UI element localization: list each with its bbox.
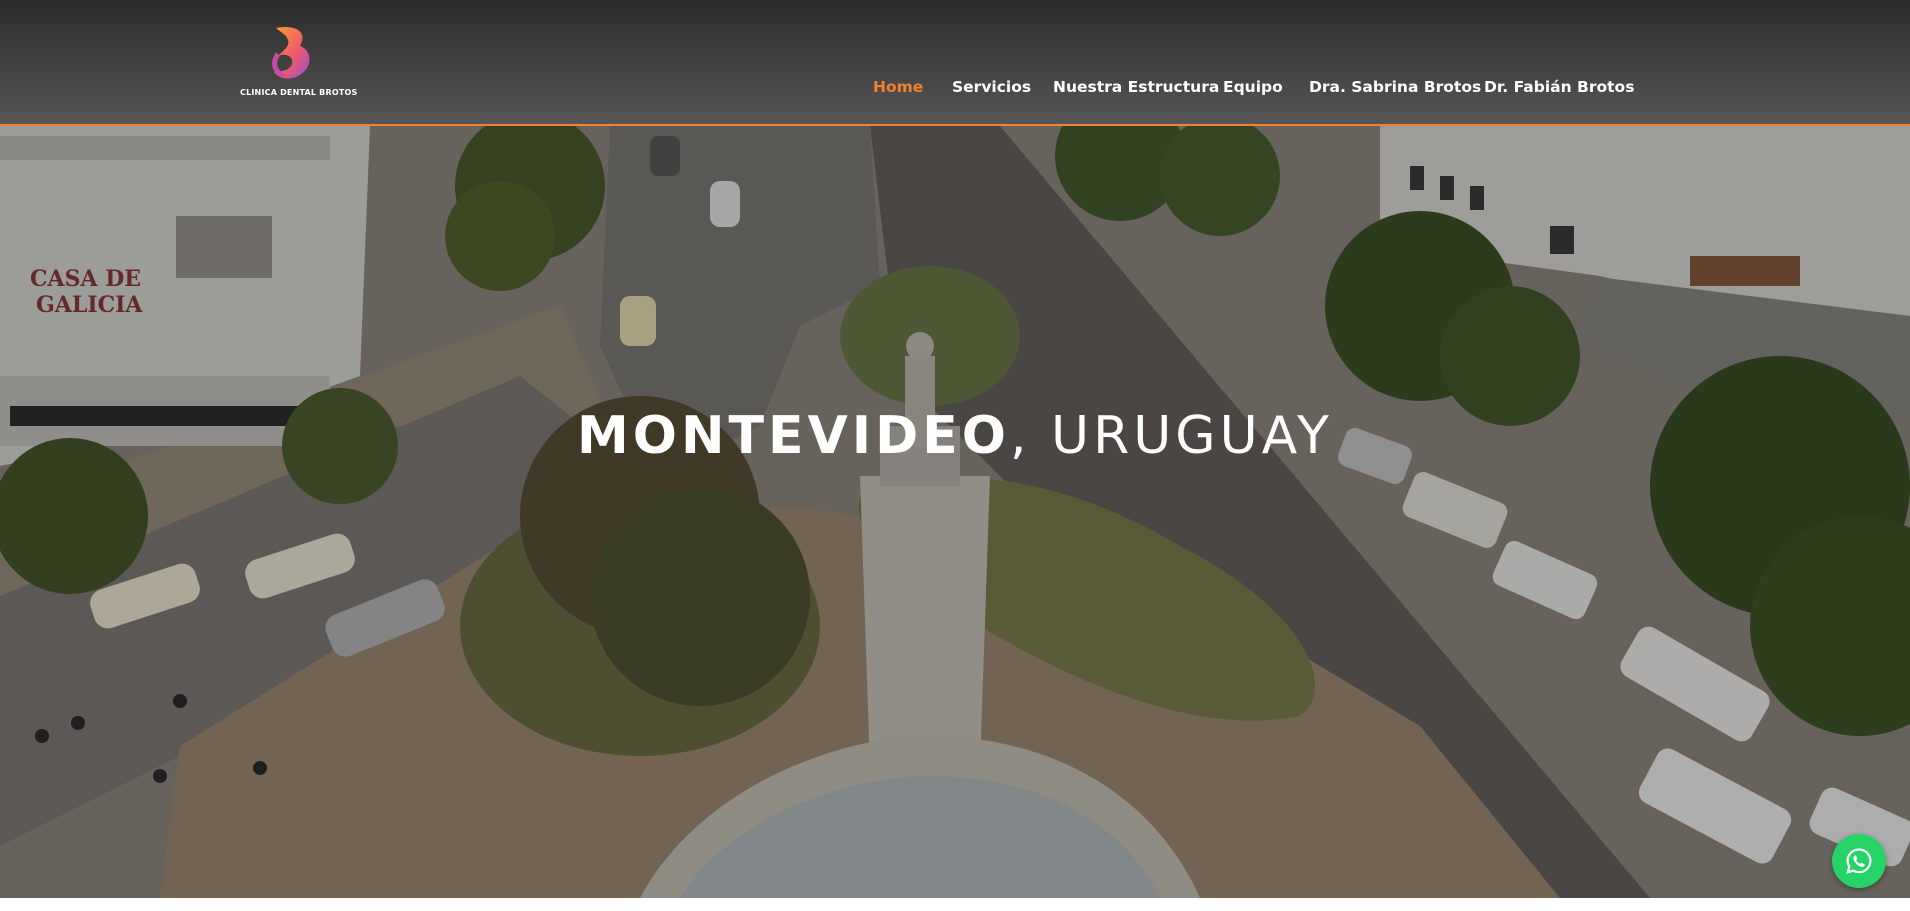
site-header: CLINICA DENTAL BROTOS Home Servicios Nue… [0,0,1910,126]
logo-mark-icon [272,26,310,79]
nav-dr-fabian-brotos[interactable]: Dr. Fabián Brotos [1484,78,1634,96]
hero-overlay [0,126,1910,898]
site-logo[interactable]: CLINICA DENTAL BROTOS [240,24,358,102]
logo-text: CLINICA DENTAL BROTOS [240,88,358,97]
nav-servicios[interactable]: Servicios [952,78,1031,96]
nav-dra-sabrina-brotos[interactable]: Dra. Sabrina Brotos [1309,78,1481,96]
hero-banner: CASA DE GALICIA MONTEVIDEO, URUGUAY [0,126,1910,898]
page-bottom-strip [0,898,1910,911]
whatsapp-button[interactable] [1832,834,1886,888]
nav-nuestra-estructura[interactable]: Nuestra Estructura [1053,78,1219,96]
hero-title: MONTEVIDEO, URUGUAY [0,406,1910,466]
nav-home[interactable]: Home [873,78,923,96]
nav-equipo[interactable]: Equipo [1223,78,1283,96]
whatsapp-icon [1846,848,1872,874]
hero-title-country: , URUGUAY [1009,406,1333,466]
hero-title-city: MONTEVIDEO [577,406,1010,466]
